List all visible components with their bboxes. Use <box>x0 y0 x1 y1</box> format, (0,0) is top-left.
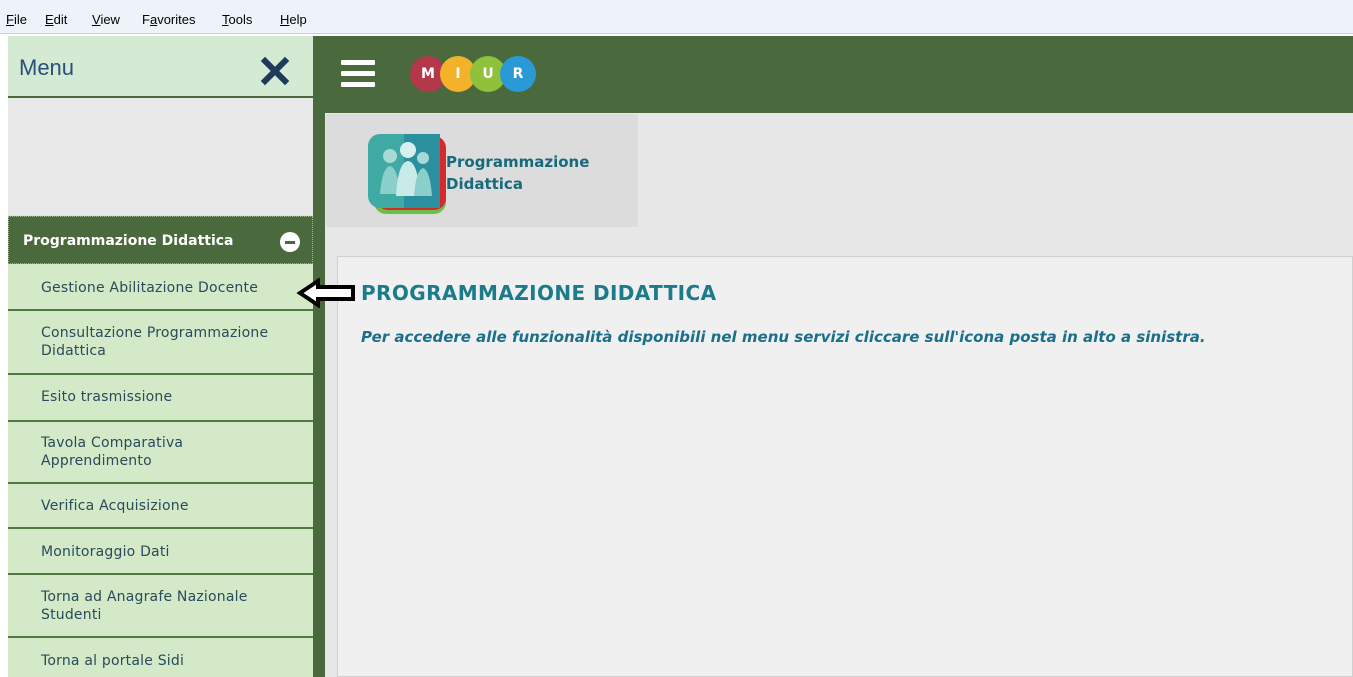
hamburger-icon[interactable] <box>341 60 375 88</box>
sidebar-item-label: Tavola Comparativa Apprendimento <box>41 435 184 469</box>
top-header-bar: M I U R <box>313 36 1353 113</box>
page-title: PROGRAMMAZIONE DIDATTICA <box>361 281 717 305</box>
close-x-icon[interactable] <box>260 56 290 86</box>
sidebar-title: Menu <box>19 55 75 80</box>
collapse-minus-icon[interactable] <box>280 232 300 252</box>
sidebar-item-label: Torna al portale Sidi <box>41 653 185 669</box>
app-tile[interactable]: Programmazione Didattica <box>326 114 638 227</box>
menu-edit[interactable]: Edit <box>45 12 67 27</box>
sidebar-item-torna-anagrafe[interactable]: Torna ad Anagrafe Nazionale Studenti <box>8 575 313 638</box>
sidebar-item-torna-sidi[interactable]: Torna al portale Sidi <box>8 638 313 677</box>
instruction-text: Per accedere alle funzionalità disponibi… <box>361 328 1206 346</box>
people-app-icon <box>368 134 446 214</box>
sidebar-item-consultazione[interactable]: Consultazione Programmazione Didattica <box>8 311 313 375</box>
browser-menu-bar: File Edit View Favorites Tools Help <box>0 0 1353 34</box>
sidebar-item-label: Esito trasmissione <box>41 389 173 405</box>
main-panel: PROGRAMMAZIONE DIDATTICA Per accedere al… <box>337 256 1353 677</box>
sidebar-item-label: Gestione Abilitazione Docente <box>41 280 259 296</box>
sidebar-header: Menu <box>8 36 313 98</box>
sidebar-item-monitoraggio-dati[interactable]: Monitoraggio Dati <box>8 529 313 575</box>
sidebar: Menu Programmazione Didattica Gestione A… <box>8 36 313 677</box>
menu-tools[interactable]: Tools <box>222 12 252 27</box>
menu-favorites[interactable]: Favorites <box>142 12 195 27</box>
sidebar-item-label: Verifica Acquisizione <box>41 498 189 514</box>
menu-file[interactable]: File <box>6 12 27 27</box>
menu-view[interactable]: View <box>92 12 120 27</box>
sidebar-item-label: Torna ad Anagrafe Nazionale Studenti <box>41 589 248 623</box>
logo-letter-r: R <box>500 56 536 92</box>
app-title: Programmazione Didattica <box>446 153 590 193</box>
sidebar-blank-area <box>8 98 313 215</box>
sidebar-border-strip <box>313 36 325 677</box>
sidebar-item-label: Consultazione Programmazione Didattica <box>41 325 269 359</box>
miur-logo: M I U R <box>410 56 536 94</box>
menu-help[interactable]: Help <box>280 12 307 27</box>
sidebar-item-esito-trasmissione[interactable]: Esito trasmissione <box>8 375 313 422</box>
annotation-arrow-icon <box>296 278 355 308</box>
sidebar-item-verifica-acquisizione[interactable]: Verifica Acquisizione <box>8 484 313 529</box>
sidebar-item-gestione-abilitazione[interactable]: Gestione Abilitazione Docente <box>8 264 313 311</box>
sidebar-item-tavola-comparativa[interactable]: Tavola Comparativa Apprendimento <box>8 422 313 484</box>
sidebar-section-programmazione[interactable]: Programmazione Didattica <box>8 216 313 264</box>
sidebar-item-label: Monitoraggio Dati <box>41 544 170 560</box>
sidebar-section-label: Programmazione Didattica <box>23 233 234 249</box>
